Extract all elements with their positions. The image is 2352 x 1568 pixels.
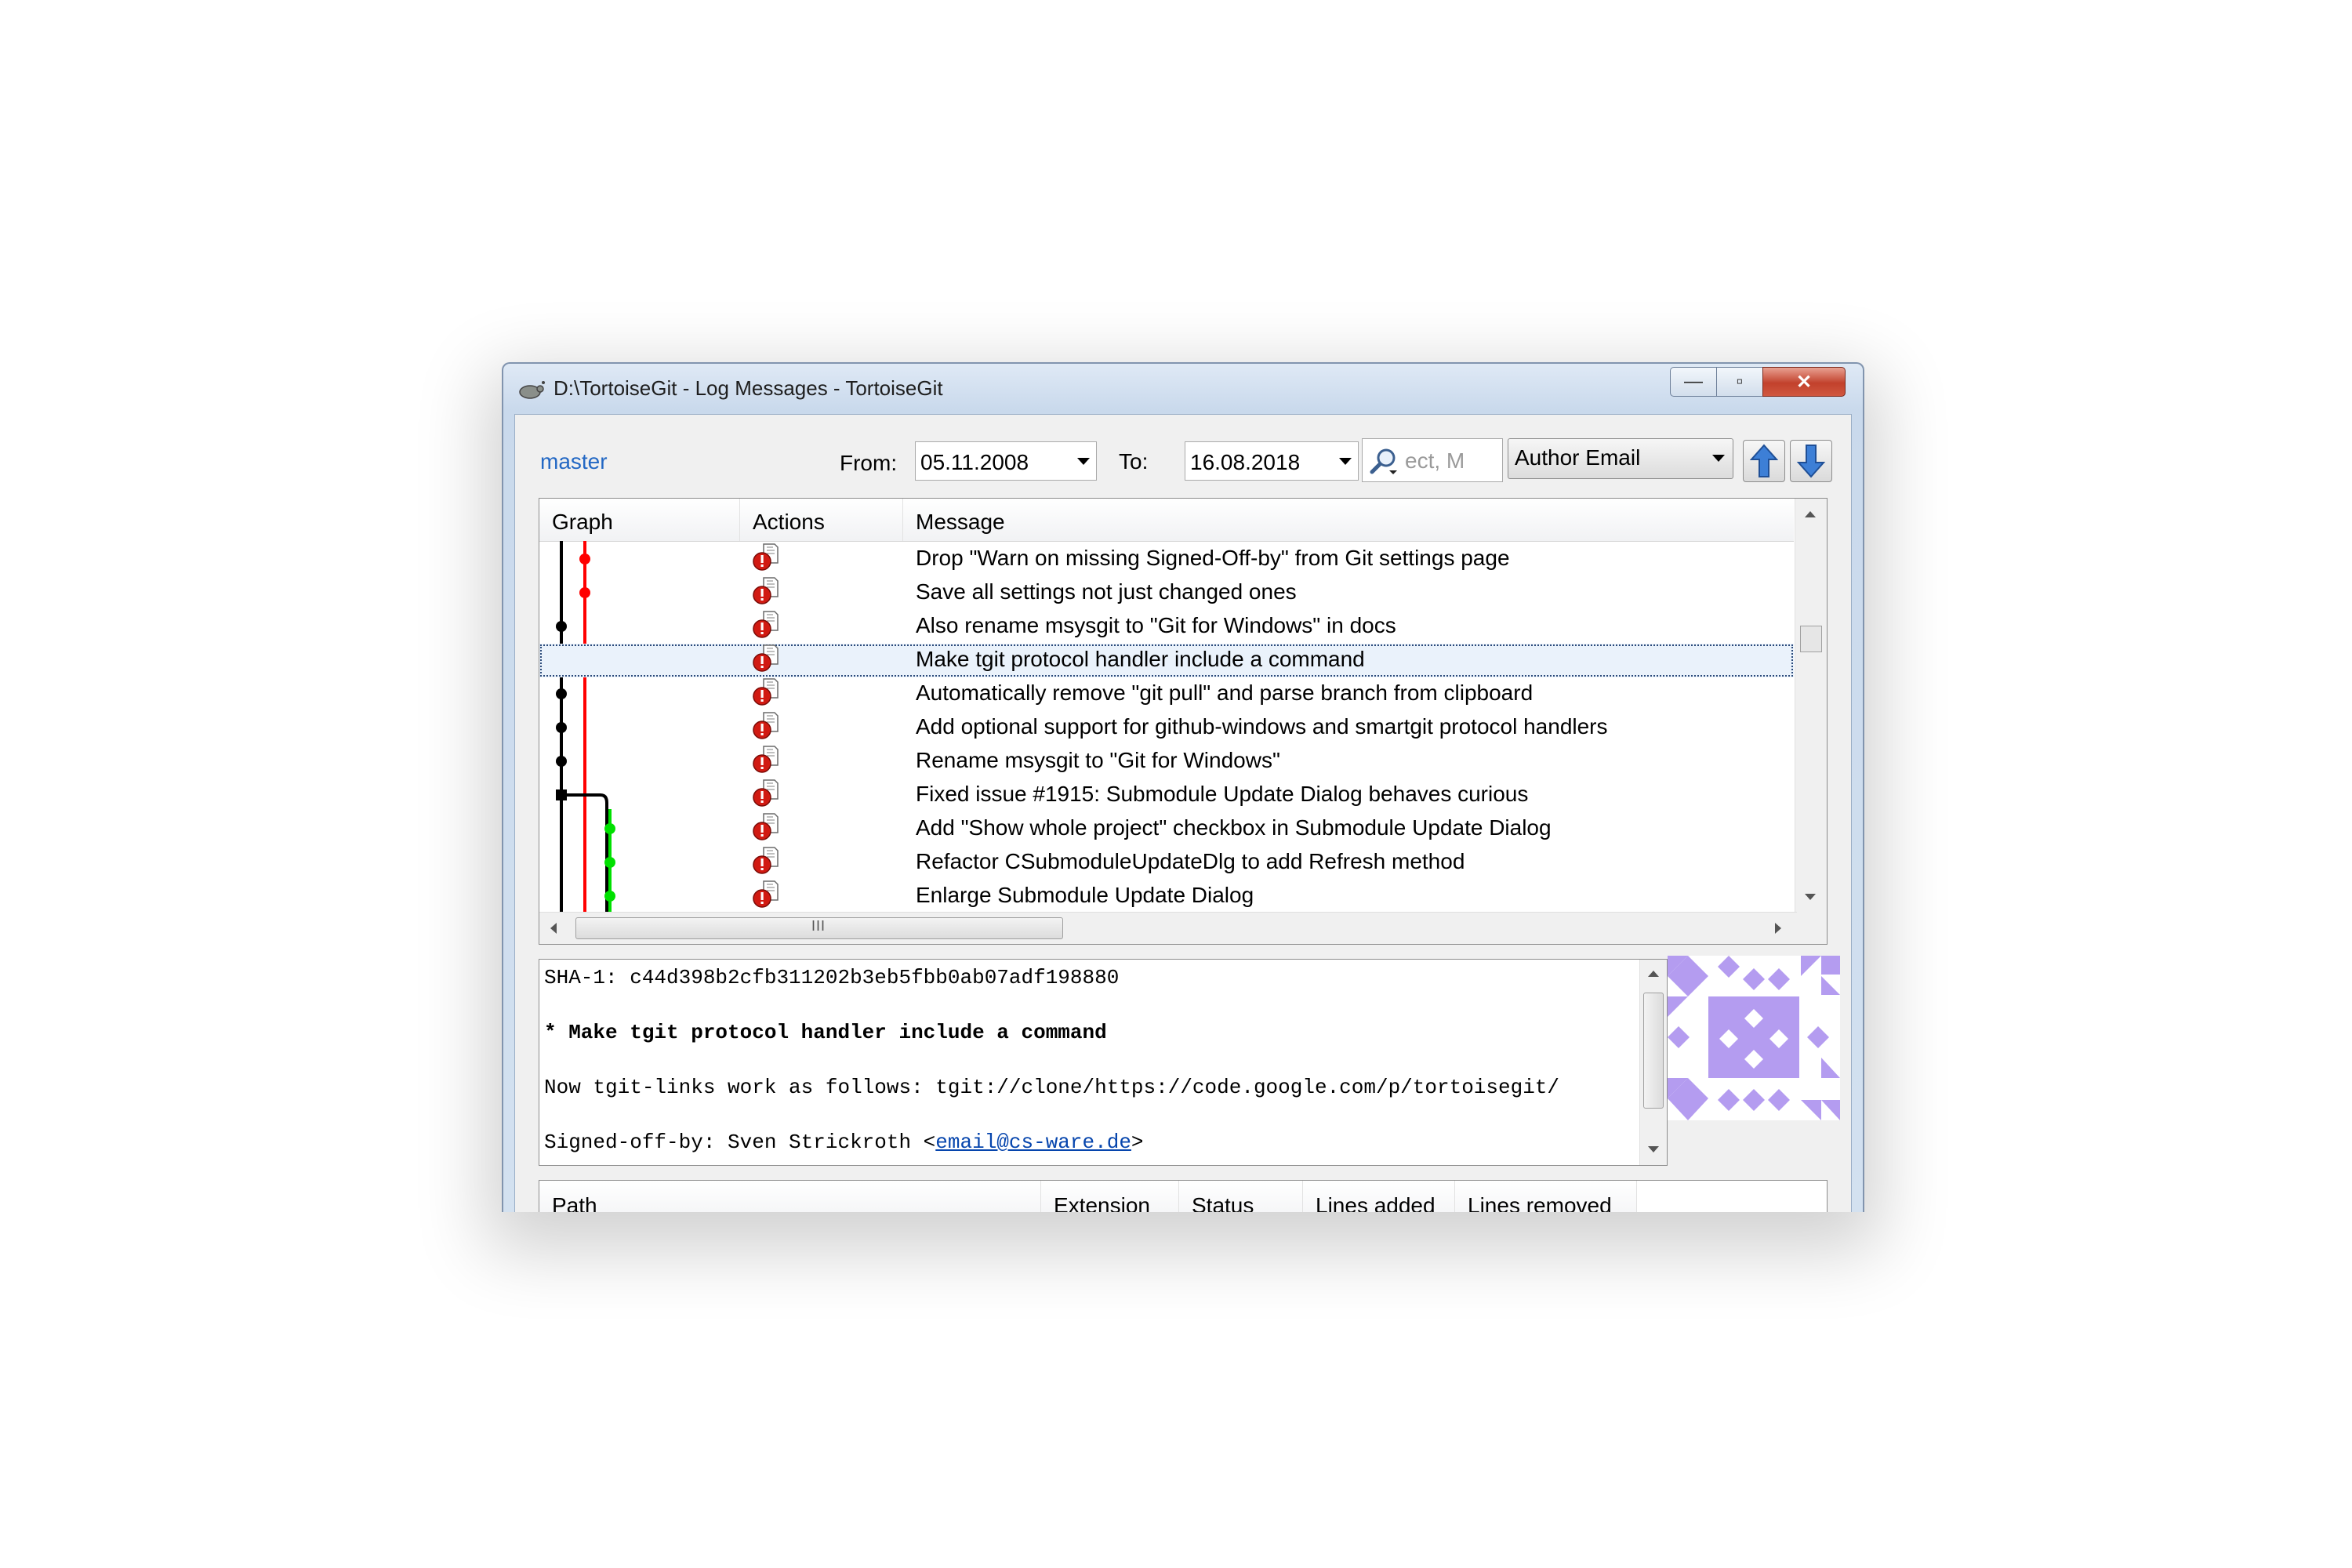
- dialog-client: master From: 05.11.2008 To: 16.08.2018 e…: [514, 414, 1852, 1212]
- chevron-down-icon[interactable]: [1077, 458, 1090, 465]
- commit-message: Add optional support for github-windows …: [916, 714, 1608, 739]
- modified-file-alert-icon: [753, 779, 779, 807]
- column-header-lines-removed[interactable]: Lines removed: [1455, 1181, 1637, 1212]
- log-list[interactable]: Graph Actions Message Drop "Warn on miss…: [539, 498, 1828, 945]
- search-field[interactable]: ect, M: [1362, 438, 1503, 482]
- to-date-value: 16.08.2018: [1190, 450, 1301, 474]
- details-scroll-thumb[interactable]: [1643, 993, 1664, 1109]
- title-bar[interactable]: D:\TortoiseGit - Log Messages - Tortoise…: [503, 364, 1863, 414]
- chevron-down-icon[interactable]: [1339, 458, 1352, 465]
- modified-file-alert-icon: [753, 712, 779, 739]
- signoff-suffix: >: [1131, 1131, 1144, 1154]
- commit-message: Automatically remove "git pull" and pars…: [916, 681, 1534, 705]
- log-vertical-scrollbar[interactable]: [1795, 499, 1827, 913]
- log-row[interactable]: Add "Show whole project" checkbox in Sub…: [539, 812, 1794, 846]
- author-avatar: [1668, 956, 1840, 1120]
- signoff-prefix: Signed-off-by: Sven Strickroth <: [544, 1131, 936, 1154]
- commit-message: Save all settings not just changed ones: [916, 579, 1297, 604]
- to-date-picker[interactable]: 16.08.2018: [1185, 441, 1359, 481]
- sha-line: SHA-1: c44d398b2cfb311202b3eb5fbb0ab07ad…: [544, 966, 1120, 989]
- maximize-button[interactable]: ▫: [1716, 367, 1763, 397]
- search-icon[interactable]: [1367, 445, 1400, 477]
- chevron-down-icon: [1712, 455, 1725, 462]
- commit-message: Fixed issue #1915: Submodule Update Dial…: [916, 782, 1529, 806]
- branch-link[interactable]: master: [540, 449, 608, 474]
- commit-details[interactable]: SHA-1: c44d398b2cfb311202b3eb5fbb0ab07ad…: [539, 959, 1668, 1166]
- commit-message: Make tgit protocol handler include a com…: [916, 647, 1365, 671]
- from-date-value: 05.11.2008: [920, 450, 1029, 474]
- modified-file-alert-icon: [753, 644, 779, 672]
- commit-message: Refactor CSubmoduleUpdateDlg to add Refr…: [916, 849, 1465, 873]
- window-frame: D:\TortoiseGit - Log Messages - Tortoise…: [502, 362, 1864, 1212]
- commit-body: Now tgit-links work as follows: tgit://c…: [544, 1076, 1560, 1099]
- log-row[interactable]: Fixed issue #1915: Submodule Update Dial…: [539, 779, 1794, 812]
- commit-message: Also rename msysgit to "Git for Windows"…: [916, 613, 1396, 637]
- minimize-button[interactable]: —: [1670, 367, 1717, 397]
- next-button[interactable]: [1790, 440, 1832, 482]
- scroll-corner: [1795, 913, 1827, 944]
- modified-file-alert-icon: [753, 577, 779, 604]
- commit-message: Enlarge Submodule Update Dialog: [916, 883, 1254, 907]
- log-row[interactable]: Refactor CSubmoduleUpdateDlg to add Refr…: [539, 846, 1794, 880]
- vertical-scroll-thumb[interactable]: [1800, 626, 1822, 652]
- filter-field-label: Author Email: [1515, 445, 1641, 470]
- modified-file-alert-icon: [753, 880, 779, 908]
- log-row[interactable]: Add optional support for github-windows …: [539, 711, 1794, 745]
- tortoise-icon: [519, 381, 545, 399]
- details-scrollbar[interactable]: [1639, 960, 1667, 1165]
- scroll-grip: III: [811, 918, 826, 934]
- commit-message: Add "Show whole project" checkbox in Sub…: [916, 815, 1552, 840]
- log-row[interactable]: Also rename msysgit to "Git for Windows"…: [539, 610, 1794, 644]
- to-label: To:: [1119, 449, 1149, 474]
- modified-file-alert-icon: [753, 543, 779, 571]
- modified-file-alert-icon: [753, 847, 779, 874]
- log-row[interactable]: Save all settings not just changed ones: [539, 576, 1794, 610]
- previous-button[interactable]: [1743, 440, 1785, 482]
- changed-files-header: Path Extension Status Lines added Lines …: [539, 1181, 1637, 1212]
- modified-file-alert-icon: [753, 678, 779, 706]
- changed-files-list[interactable]: Path Extension Status Lines added Lines …: [539, 1180, 1828, 1212]
- from-date-picker[interactable]: 05.11.2008: [915, 441, 1097, 481]
- commit-subject: * Make tgit protocol handler include a c…: [544, 1021, 1107, 1044]
- horizontal-scroll-thumb[interactable]: III: [575, 917, 1063, 939]
- modified-file-alert-icon: [753, 813, 779, 840]
- log-list-header: Graph Actions Message: [539, 499, 1794, 542]
- log-row[interactable]: Automatically remove "git pull" and pars…: [539, 677, 1794, 711]
- modified-file-alert-icon: [753, 611, 779, 638]
- commit-message: Rename msysgit to "Git for Windows": [916, 748, 1280, 772]
- column-header-status[interactable]: Status: [1179, 1181, 1303, 1212]
- arrow-down-icon: [1796, 445, 1826, 478]
- log-window: D:\TortoiseGit - Log Messages - Tortoise…: [502, 362, 1864, 1212]
- close-button[interactable]: ✕: [1762, 367, 1846, 397]
- log-row[interactable]: Enlarge Submodule Update Dialog: [539, 880, 1794, 913]
- arrow-up-icon: [1749, 444, 1779, 477]
- column-header-path[interactable]: Path: [539, 1181, 1041, 1212]
- signoff-line: Signed-off-by: Sven Strickroth <email@cs…: [544, 1131, 1144, 1154]
- column-header-graph[interactable]: Graph: [539, 499, 740, 541]
- signoff-email-link[interactable]: email@cs-ware.de: [935, 1131, 1131, 1154]
- filter-field-dropdown[interactable]: Author Email: [1508, 438, 1733, 479]
- window-title: D:\TortoiseGit - Log Messages - Tortoise…: [554, 376, 943, 400]
- column-header-message[interactable]: Message: [903, 499, 1794, 541]
- column-header-lines-added[interactable]: Lines added: [1303, 1181, 1455, 1212]
- search-placeholder: ect, M: [1405, 448, 1465, 473]
- column-header-extension[interactable]: Extension: [1041, 1181, 1179, 1212]
- log-row[interactable]: Rename msysgit to "Git for Windows": [539, 745, 1794, 779]
- modified-file-alert-icon: [753, 746, 779, 773]
- from-label: From:: [840, 451, 898, 475]
- log-row[interactable]: Make tgit protocol handler include a com…: [539, 644, 1794, 677]
- column-header-actions[interactable]: Actions: [740, 499, 903, 541]
- log-row[interactable]: Drop "Warn on missing Signed-Off-by" fro…: [539, 543, 1794, 576]
- log-horizontal-scrollbar[interactable]: III: [539, 912, 1797, 944]
- commit-message: Drop "Warn on missing Signed-Off-by" fro…: [916, 546, 1510, 570]
